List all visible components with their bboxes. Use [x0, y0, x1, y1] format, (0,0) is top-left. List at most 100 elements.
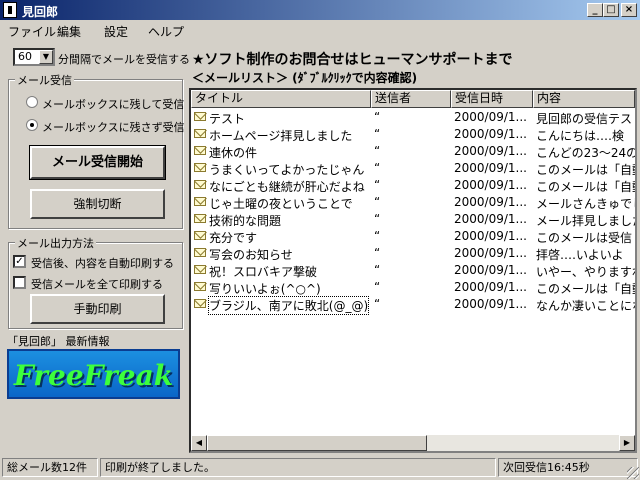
row-date: 2000/09/1...	[454, 280, 527, 294]
radio-keep-label[interactable]: メールボックスに残して受信	[42, 96, 184, 112]
start-receive-button[interactable]: メール受信開始	[29, 145, 166, 180]
row-title: ホームページ拝見しました	[209, 129, 353, 143]
row-sender: “	[374, 144, 381, 158]
envelope-icon	[194, 146, 206, 155]
mail-list-heading: ＜メールリスト＞ (ﾀﾞﾌﾞﾙｸﾘｯｸで内容確認)	[192, 71, 418, 85]
envelope-icon	[194, 214, 206, 223]
row-content: メール拝見しました	[536, 214, 635, 228]
envelope-icon	[194, 112, 206, 121]
envelope-icon	[194, 299, 206, 308]
receive-group-legend: メール受信	[15, 72, 74, 88]
column-header-date[interactable]: 受信日時	[451, 90, 533, 108]
row-sender: “	[374, 127, 381, 141]
row-date: 2000/09/1...	[454, 127, 527, 141]
row-title: テスト	[209, 112, 246, 126]
minimize-button[interactable]: _	[587, 3, 603, 17]
row-sender: “	[374, 246, 381, 260]
row-date: 2000/09/1...	[454, 246, 527, 260]
envelope-icon	[194, 163, 206, 172]
force-disconnect-button[interactable]: 強制切断	[30, 189, 165, 219]
latest-info-label: 「見回郎」 最新情報	[7, 335, 110, 348]
table-row[interactable]: テスト “ 2000/09/1... 見回郎の受信テス	[191, 109, 635, 126]
mail-list[interactable]: タイトル 送信者 受信日時 内容 テスト “ 2000/09/1... 見回郎の受信テ…	[189, 88, 637, 453]
table-row[interactable]: じゃ土曜の夜ということで “ 2000/09/1... メールさんきゅでし	[191, 194, 635, 211]
row-date: 2000/09/1...	[454, 195, 527, 209]
menu-edit[interactable]: 編集	[57, 23, 81, 40]
app-icon	[3, 2, 17, 18]
envelope-icon	[194, 180, 206, 189]
menu-bar: ファイル 編集 設定 ヘルプ	[0, 20, 640, 40]
row-title: 写会のお知らせ	[209, 248, 293, 262]
scroll-thumb[interactable]	[207, 435, 427, 451]
interval-value: 60	[18, 50, 32, 63]
status-bar: 総メール数12件 印刷が終了しました。 次回受信16:45秒	[0, 456, 640, 480]
envelope-icon	[194, 282, 206, 291]
scroll-left-icon[interactable]: ◀	[191, 435, 207, 451]
manual-print-button[interactable]: 手動印刷	[30, 294, 165, 324]
freefreak-banner[interactable]: FreeFreak	[7, 349, 180, 399]
table-row[interactable]: 技術的な問題 “ 2000/09/1... メール拝見しました	[191, 211, 635, 228]
row-content: このメールは「自動	[536, 180, 635, 194]
row-title: じゃ土曜の夜ということで	[209, 197, 353, 211]
row-sender: “	[374, 280, 381, 294]
table-row[interactable]: なにごとも継続が肝心だよね “ 2000/09/1... このメールは「自動	[191, 177, 635, 194]
table-row[interactable]: 写会のお知らせ “ 2000/09/1... 拝啓‥‥いよいよ	[191, 245, 635, 262]
table-row[interactable]: ブラジル、南アに敗北(@_@) “ 2000/09/1... なんか凄いことにな	[191, 296, 635, 315]
row-date: 2000/09/1...	[454, 178, 527, 192]
row-title: ブラジル、南アに敗北(@_@)	[207, 296, 370, 315]
menu-settings[interactable]: 設定	[104, 23, 128, 40]
maximize-button[interactable]: □	[603, 3, 619, 17]
row-sender: “	[374, 297, 381, 311]
auto-print-checkbox[interactable]: ✓	[13, 255, 26, 268]
status-total: 総メール数12件	[2, 458, 98, 477]
resize-grip-icon[interactable]	[627, 467, 639, 479]
envelope-icon	[194, 197, 206, 206]
row-date: 2000/09/1...	[454, 144, 527, 158]
row-content: メールさんきゅでし	[536, 197, 635, 211]
row-date: 2000/09/1...	[454, 161, 527, 175]
row-sender: “	[374, 195, 381, 209]
row-content: このメールは受信	[536, 231, 633, 245]
window-title: 見回郎	[22, 5, 59, 19]
row-title: 充分です	[209, 231, 258, 245]
table-row[interactable]: 連休の件 “ 2000/09/1... こんどの23～24の	[191, 143, 635, 160]
interval-label: 分間隔でメールを受信する	[58, 53, 190, 66]
print-all-label[interactable]: 受信メールを全て印刷する	[31, 276, 163, 292]
mail-list-header: タイトル 送信者 受信日時 内容	[191, 90, 635, 108]
row-date: 2000/09/1...	[454, 297, 527, 311]
row-sender: “	[374, 212, 381, 226]
chevron-down-icon[interactable]: ▼	[39, 50, 53, 64]
menu-help[interactable]: ヘルプ	[148, 23, 184, 40]
close-button[interactable]: ×	[621, 3, 637, 17]
table-row[interactable]: 充分です “ 2000/09/1... このメールは受信	[191, 228, 635, 245]
column-header-content[interactable]: 内容	[533, 90, 635, 108]
row-title: 技術的な問題	[209, 214, 282, 228]
print-all-checkbox[interactable]	[13, 276, 26, 289]
interval-select[interactable]: 60 ▼	[13, 48, 55, 66]
radio-keep-in-mailbox[interactable]	[26, 96, 38, 108]
table-row[interactable]: 写りいいよぉ(^○^) “ 2000/09/1... このメールは「自動	[191, 279, 635, 296]
envelope-icon	[194, 129, 206, 138]
envelope-icon	[194, 248, 206, 257]
row-title: 祝！スロバキア撃破	[209, 265, 318, 279]
row-content: 見回郎の受信テス	[536, 112, 633, 126]
radio-delete-label[interactable]: メールボックスに残さず受信	[42, 119, 185, 135]
envelope-icon	[194, 231, 206, 240]
column-header-title[interactable]: タイトル	[191, 90, 371, 108]
horizontal-scrollbar[interactable]: ◀ ▶	[191, 435, 635, 451]
table-row[interactable]: ホームページ拝見しました “ 2000/09/1... こんにちは‥‥検	[191, 126, 635, 143]
row-date: 2000/09/1...	[454, 229, 527, 243]
row-date: 2000/09/1...	[454, 212, 527, 226]
row-content: なんか凄いことにな	[536, 299, 635, 313]
status-message: 印刷が終了しました。	[100, 458, 496, 477]
row-sender: “	[374, 178, 381, 192]
table-row[interactable]: うまくいってよかったじゃん “ 2000/09/1... このメールは「自動	[191, 160, 635, 177]
row-content: こんどの23～24の	[536, 146, 635, 160]
column-header-sender[interactable]: 送信者	[371, 90, 451, 108]
menu-file[interactable]: ファイル	[8, 23, 56, 40]
scroll-right-icon[interactable]: ▶	[619, 435, 635, 451]
freefreak-logo-text: FreeFreak	[13, 359, 174, 392]
auto-print-label[interactable]: 受信後、内容を自動印刷する	[31, 255, 174, 271]
radio-delete-from-mailbox[interactable]	[26, 119, 38, 131]
table-row[interactable]: 祝！スロバキア撃破 “ 2000/09/1... いやー、やりますね	[191, 262, 635, 279]
